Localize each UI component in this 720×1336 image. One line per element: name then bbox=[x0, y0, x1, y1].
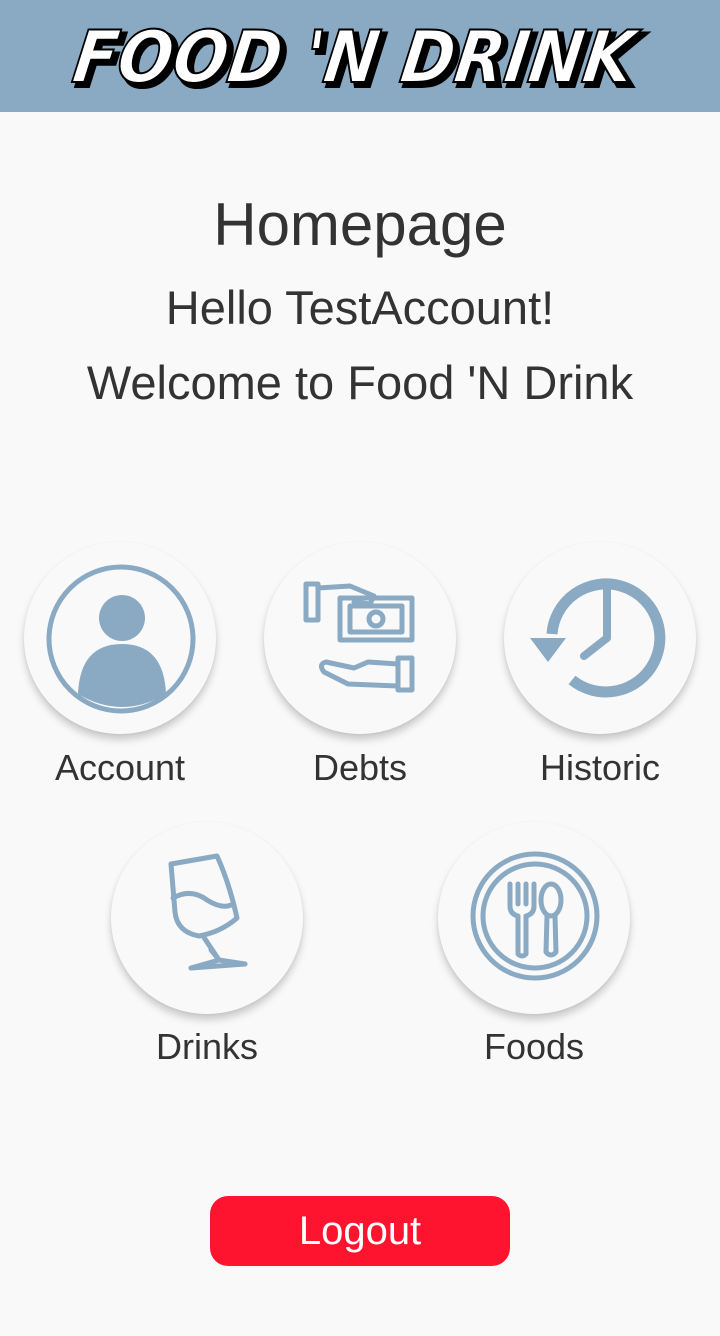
logo-text: FOOD 'N DRINK bbox=[68, 16, 644, 100]
greeting-text: Hello TestAccount! bbox=[165, 281, 555, 334]
history-clock-icon bbox=[530, 578, 666, 698]
app-header: FOOD 'N DRINK FOOD 'N DRINK bbox=[0, 0, 720, 112]
welcome-text: Welcome to Food 'N Drink bbox=[86, 356, 634, 409]
debts-button[interactable] bbox=[264, 542, 456, 734]
money-hand-icon bbox=[303, 581, 415, 693]
logout-button[interactable]: Logout bbox=[210, 1196, 510, 1266]
foods-label: Foods bbox=[483, 1026, 585, 1067]
account-button[interactable] bbox=[24, 542, 216, 734]
wine-glass-icon bbox=[168, 853, 248, 971]
plate-cutlery-icon bbox=[470, 851, 600, 981]
drinks-label: Drinks bbox=[155, 1026, 258, 1067]
debts-label: Debts bbox=[312, 747, 408, 788]
foods-button[interactable] bbox=[438, 822, 630, 1014]
drinks-button[interactable] bbox=[111, 822, 303, 1014]
app-logo: FOOD 'N DRINK FOOD 'N DRINK bbox=[67, 15, 651, 106]
page-title: Homepage bbox=[213, 191, 507, 258]
user-icon bbox=[46, 564, 196, 714]
historic-label: Historic bbox=[539, 747, 660, 788]
account-label: Account bbox=[54, 747, 186, 788]
historic-button[interactable] bbox=[504, 542, 696, 734]
